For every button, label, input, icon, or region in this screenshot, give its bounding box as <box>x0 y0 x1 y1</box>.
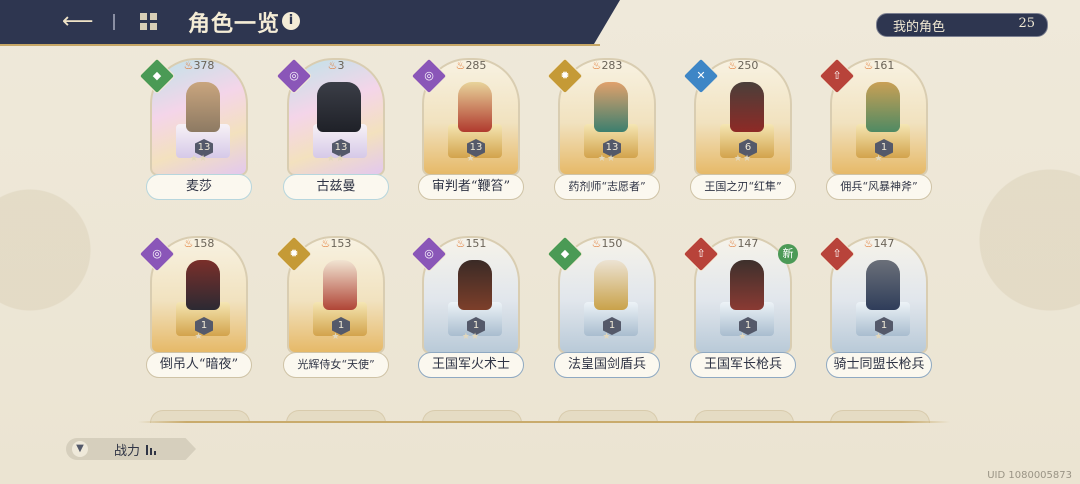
user-id: UID 1080005873 <box>987 470 1072 481</box>
sort-icon: ▼ <box>72 441 88 457</box>
flame-icon: ♨ <box>591 59 602 72</box>
character-sprite <box>866 260 900 310</box>
character-name: 光辉侍女“天使” <box>283 352 389 378</box>
character-sprite <box>594 260 628 310</box>
flame-icon: ♨ <box>863 59 874 72</box>
character-card[interactable]: 6 ♨250 ✕ ★★ 王国之刃“红隼” <box>682 54 796 204</box>
star-rating: ★★ <box>326 154 346 164</box>
power-number: 158 <box>193 237 215 250</box>
character-sprite <box>323 260 357 310</box>
character-name: 骑士同盟长枪兵 <box>826 352 932 378</box>
character-sprite <box>317 82 361 132</box>
star-rating: ★★ <box>189 154 209 164</box>
power-number: 147 <box>737 237 759 250</box>
character-name: 王国之刃“红隼” <box>690 174 796 200</box>
character-sprite <box>186 260 220 310</box>
star-rating: ★★ <box>597 154 617 164</box>
power-number: 250 <box>737 59 759 72</box>
sort-order-icon <box>146 445 158 455</box>
flame-icon: ♨ <box>183 59 194 72</box>
sort-label: 战力 <box>114 444 141 459</box>
star-rating: ★ <box>602 332 612 342</box>
info-icon[interactable]: i <box>282 12 300 30</box>
star-rating: ★ <box>194 332 204 342</box>
power-number: 161 <box>873 59 895 72</box>
character-name: 倒吊人“暗夜” <box>146 352 252 378</box>
my-characters-count: 25 <box>1018 16 1035 31</box>
header-separator <box>113 14 115 30</box>
my-characters-label: 我的角色 <box>893 20 946 35</box>
my-characters-counter: 我的角色 25 <box>876 13 1048 37</box>
back-arrow-icon[interactable]: ⟵ <box>62 10 94 34</box>
power-number: 150 <box>601 237 623 250</box>
character-card[interactable]: 1 ♨151 ◎ ★★ 王国军火术士 <box>410 232 524 382</box>
grid-icon[interactable] <box>140 13 158 31</box>
character-name: 王国军火术士 <box>418 352 524 378</box>
character-sprite <box>458 260 492 310</box>
sort-by-power-button[interactable]: ▼ 战力 <box>66 438 196 460</box>
top-bar-border <box>0 44 600 46</box>
star-rating: ★ <box>738 332 748 342</box>
flame-icon: ♨ <box>327 59 338 72</box>
character-name: 法皇国剑盾兵 <box>554 352 660 378</box>
star-rating: ★ <box>874 332 884 342</box>
flame-icon: ♨ <box>320 237 331 250</box>
star-rating: ★ <box>874 154 884 164</box>
character-card[interactable]: 1 ♨150 ◆ ★ 法皇国剑盾兵 <box>546 232 660 382</box>
power-number: 285 <box>465 59 487 72</box>
character-sprite <box>730 260 764 310</box>
new-badge: 新 <box>778 244 798 264</box>
star-rating: ★★ <box>461 332 481 342</box>
power-number: 153 <box>330 237 352 250</box>
character-name: 王国军长枪兵 <box>690 352 796 378</box>
page-title: 角色一览 <box>188 11 281 37</box>
character-card[interactable]: 1 ♨158 ◎ ★ 倒吊人“暗夜” <box>138 232 252 382</box>
star-rating: ★★ <box>733 154 753 164</box>
power-number: 378 <box>193 59 215 72</box>
character-name: 古兹曼 <box>283 174 389 200</box>
character-sprite <box>594 82 628 132</box>
character-card[interactable]: 13 ♨285 ◎ ★ 审判者“鞭笞” <box>410 54 524 204</box>
flame-icon: ♨ <box>727 237 738 250</box>
character-name: 审判者“鞭笞” <box>418 174 524 200</box>
flame-icon: ♨ <box>455 59 466 72</box>
character-sprite <box>866 82 900 132</box>
star-rating: ★ <box>331 332 341 342</box>
power-number: 151 <box>465 237 487 250</box>
character-card[interactable]: 1 ♨161 ⇧ ★ 佣兵“风暴神斧” <box>818 54 932 204</box>
flame-icon: ♨ <box>863 237 874 250</box>
character-card[interactable]: 13 ♨283 ✹ ★★ 药剂师“志愿者” <box>546 54 660 204</box>
character-card[interactable]: 1 ♨147 ⇧ ★ 骑士同盟长枪兵 <box>818 232 932 382</box>
character-sprite <box>186 82 220 132</box>
character-card[interactable]: 13 ♨3 ◎ ★★ 古兹曼 <box>275 54 389 204</box>
power-number: 147 <box>873 237 895 250</box>
star-rating: ★ <box>466 154 476 164</box>
character-name: 麦莎 <box>146 174 252 200</box>
flame-icon: ♨ <box>591 237 602 250</box>
character-sprite <box>458 82 492 132</box>
power-number: 283 <box>601 59 623 72</box>
flame-icon: ♨ <box>727 59 738 72</box>
character-name: 佣兵“风暴神斧” <box>826 174 932 200</box>
character-sprite <box>730 82 764 132</box>
flame-icon: ♨ <box>183 237 194 250</box>
character-name: 药剂师“志愿者” <box>554 174 660 200</box>
power-number: 3 <box>337 59 345 72</box>
list-divider <box>138 421 950 423</box>
character-card[interactable]: 1 ♨153 ✹ ★ 光辉侍女“天使” <box>275 232 389 382</box>
character-card[interactable]: 13 ♨378 ◆ ★★ 麦莎 <box>138 54 252 204</box>
flame-icon: ♨ <box>455 237 466 250</box>
character-card[interactable]: 1 ♨147 ⇧ 新 ★ 王国军长枪兵 <box>682 232 798 382</box>
